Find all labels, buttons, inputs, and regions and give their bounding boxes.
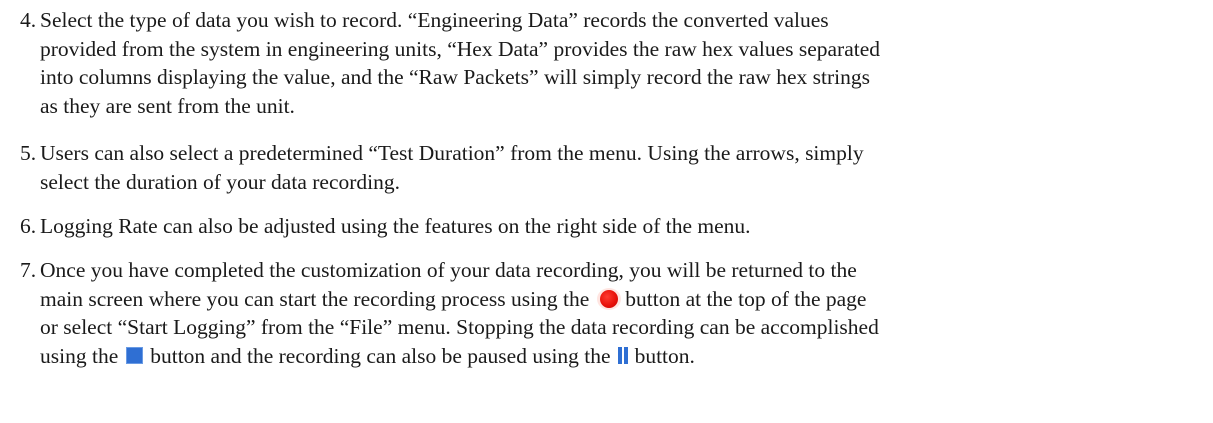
text-fragment: main screen where you can start the reco… [40, 286, 590, 311]
text-line: or select “Start Logging” from the “File… [40, 315, 879, 339]
list-item-text: Once you have completed the customizatio… [40, 256, 1205, 370]
list-number: 5. [20, 141, 37, 165]
text-line: Logging Rate can also be adjusted using … [40, 214, 751, 238]
list-item-5: 5. Users can also select a predetermined… [0, 139, 1213, 196]
text-line: using the button and the recording can al… [40, 342, 1205, 371]
record-icon [597, 287, 622, 310]
pause-icon [617, 347, 629, 365]
text-fragment: using the [40, 343, 119, 368]
text-line: select the duration of your data recordi… [40, 169, 400, 194]
list-item-text: Users can also select a predetermined “T… [40, 139, 1205, 196]
text-line: as they are sent from the unit. [40, 93, 295, 118]
record-icon-dot [600, 289, 619, 308]
text-line: Users can also select a predetermined “T… [40, 141, 864, 165]
list-item-text: Logging Rate can also be adjusted using … [40, 212, 1205, 241]
list-item-text: Select the type of data you wish to reco… [40, 6, 1205, 120]
text-fragment: button and the recording can also be pau… [150, 343, 611, 368]
text-line: main screen where you can start the reco… [40, 285, 1205, 314]
list-item-4: 4. Select the type of data you wish to r… [0, 6, 1213, 120]
text-line: Once you have completed the customizatio… [40, 258, 857, 282]
text-line: into columns displaying the value, and t… [40, 65, 870, 89]
list-item-7: 7. Once you have completed the customiza… [0, 256, 1213, 370]
text-line: provided from the system in engineering … [40, 36, 881, 61]
list-number: 7. [20, 258, 37, 282]
text-line: Select the type of data you wish to reco… [40, 8, 829, 32]
list-number: 6. [20, 214, 37, 238]
list-number: 4. [20, 8, 37, 32]
list-item-6: 6. Logging Rate can also be adjusted usi… [0, 212, 1213, 241]
text-fragment: button. [634, 343, 695, 368]
text-fragment: button at the top of the page [625, 286, 867, 311]
stop-icon [126, 347, 144, 365]
